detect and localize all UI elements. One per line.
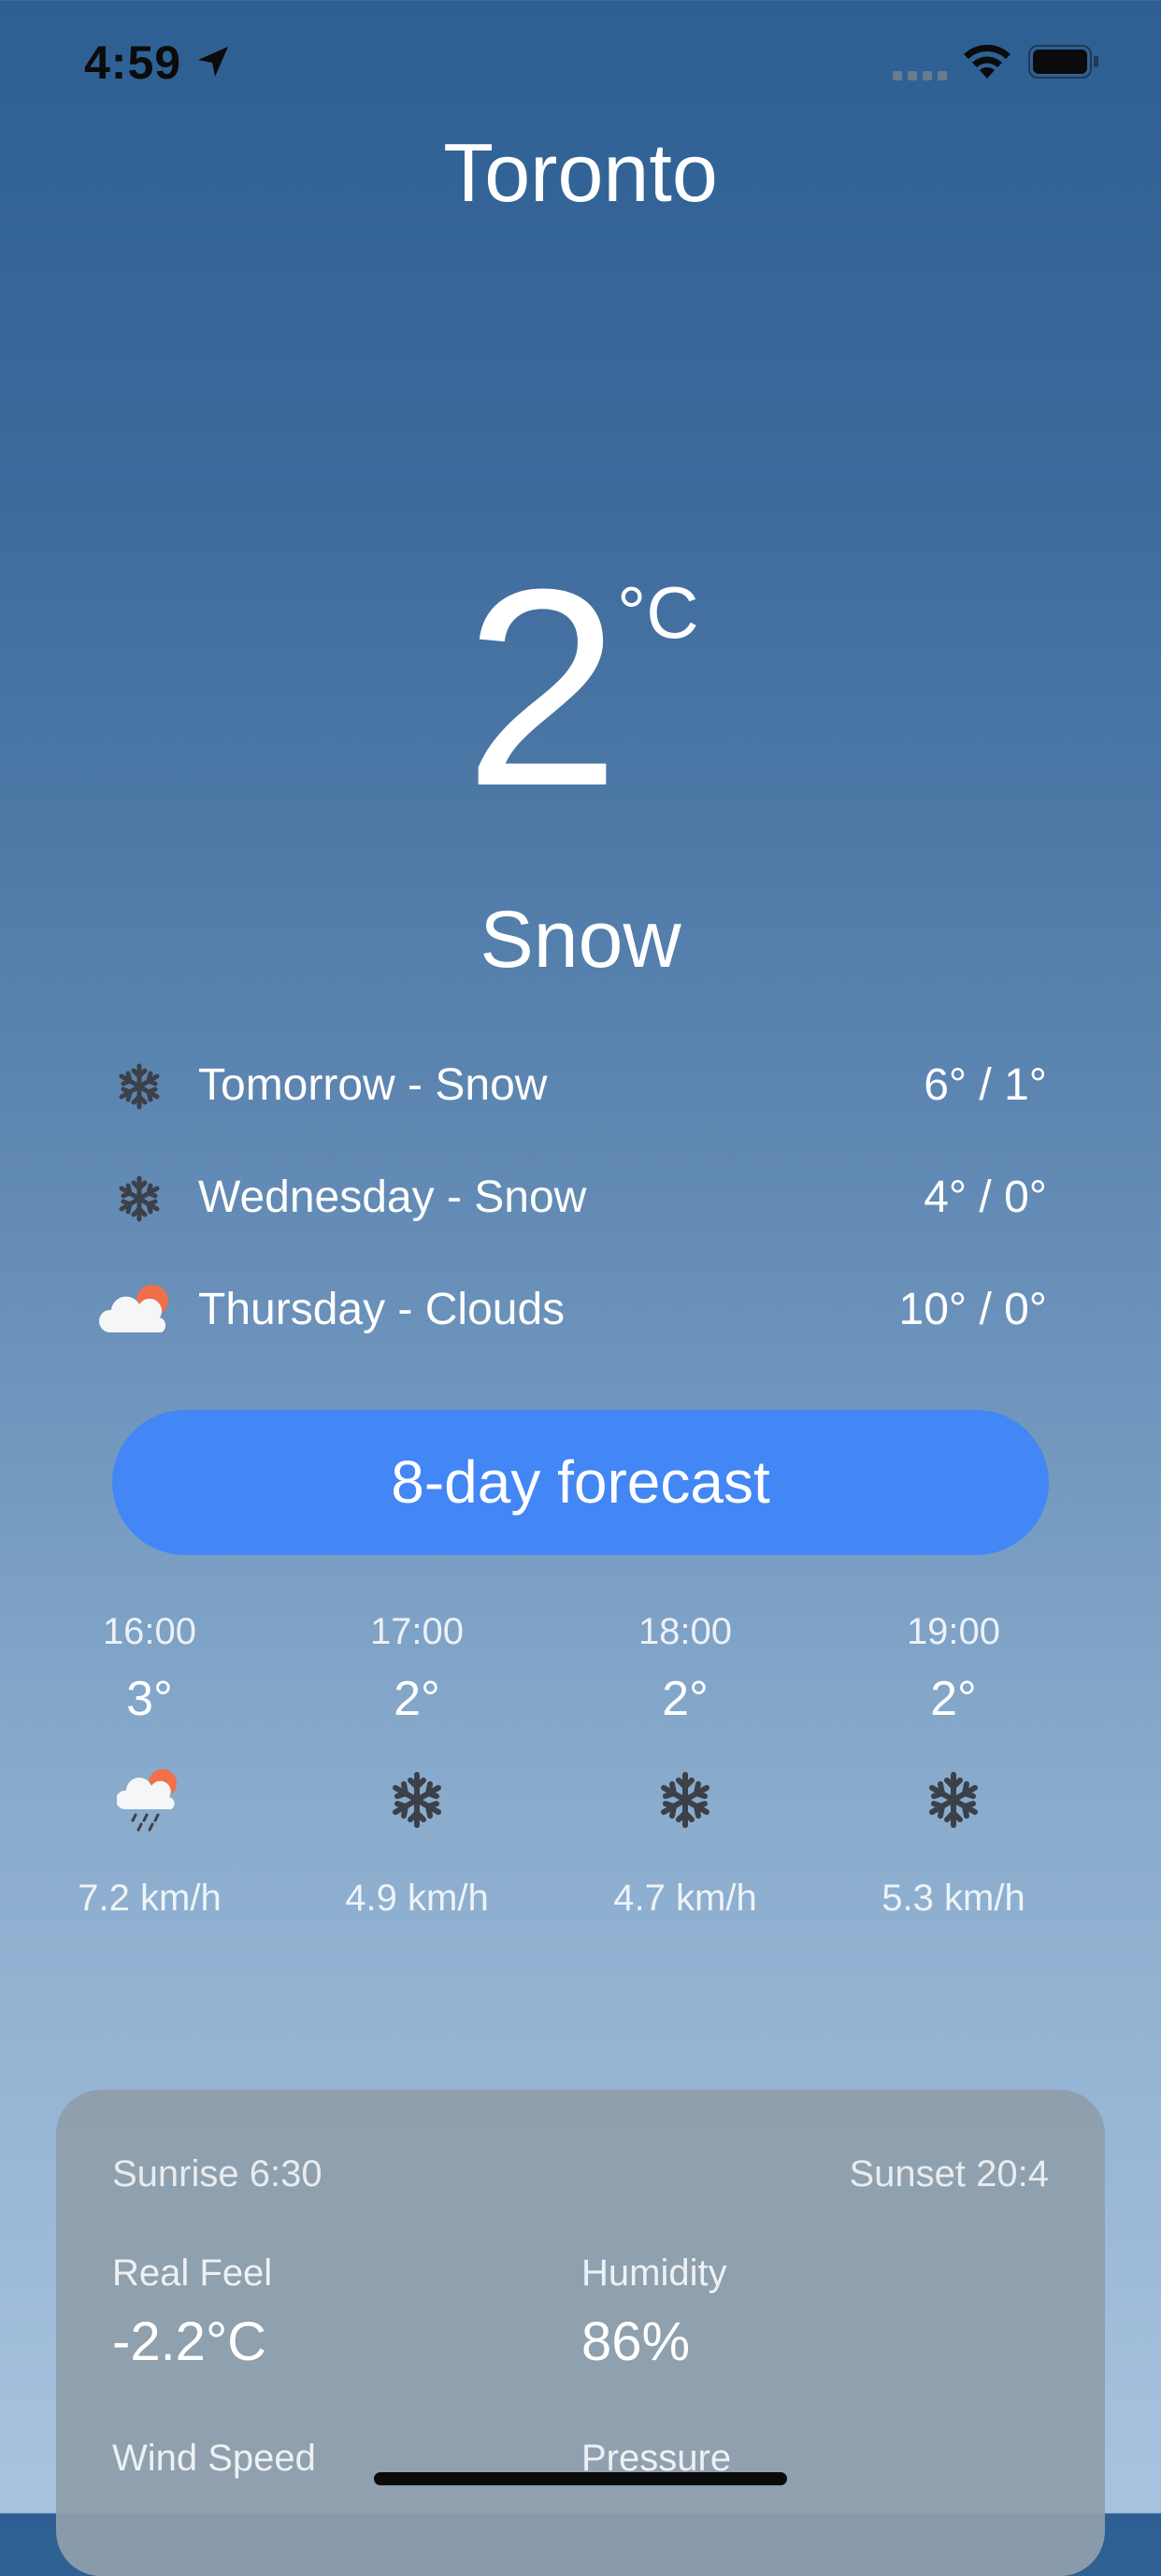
daily-label: Wednesday - Snow <box>198 1173 587 1222</box>
status-time: 4:59 <box>84 36 182 89</box>
daily-temps: 6° / 1° <box>924 1060 1047 1110</box>
daily-row: Tomorrow - Snow 6° / 1° <box>98 1033 1047 1145</box>
daily-temps: 4° / 0° <box>924 1173 1047 1222</box>
real-feel-metric: Real Feel -2.2°C <box>112 2249 561 2376</box>
hour-temp: 2° <box>394 1672 440 1726</box>
battery-icon <box>1028 45 1098 79</box>
cloud-sun-icon <box>98 1285 168 1332</box>
hour-time: 17:00 <box>369 1611 465 1652</box>
hour-wind: 7.2 km/h <box>78 1878 222 1919</box>
cloud-rain-sun-icon <box>117 1769 177 1832</box>
snowflake-icon <box>661 1772 710 1828</box>
cellular-signal-icon <box>893 71 947 80</box>
daily-row: Thursday - Clouds 10° / 0° <box>98 1258 1047 1370</box>
hourly-forecast: 16:00 3° 7.2 km/h 17:00 2° 4.9 km/h 18:0… <box>56 1608 1122 1926</box>
sun-times: Sunrise 6:30 Sunset 20:4 <box>112 2146 1049 2202</box>
current-condition: Snow <box>480 895 681 985</box>
hour-time: 18:00 <box>638 1611 733 1652</box>
hour-time: 19:00 <box>906 1611 1001 1652</box>
hourly-item: 19:00 2° 5.3 km/h <box>860 1608 1047 1926</box>
temperature-value: 2 <box>464 530 621 844</box>
hour-temp: 2° <box>930 1672 977 1726</box>
details-card: Sunrise 6:30 Sunset 20:4 Real Feel -2.2°… <box>56 2090 1105 2576</box>
eight-day-forecast-button[interactable]: 8-day forecast <box>112 1410 1049 1555</box>
real-feel-value: -2.2°C <box>112 2311 267 2372</box>
wifi-icon <box>964 44 1010 79</box>
location-arrow-icon <box>198 47 228 77</box>
sunrise-time: Sunrise 6:30 <box>112 2153 322 2195</box>
snowflake-icon <box>393 1772 441 1828</box>
daily-temps: 10° / 0° <box>898 1285 1047 1334</box>
humidity-metric: Humidity 86% <box>581 2249 1030 2376</box>
daily-row: Wednesday - Snow 4° / 0° <box>98 1145 1047 1258</box>
home-indicator[interactable] <box>374 2472 787 2485</box>
real-feel-label: Real Feel <box>112 2252 273 2294</box>
humidity-label: Humidity <box>581 2252 727 2294</box>
daily-label: Tomorrow - Snow <box>198 1060 548 1110</box>
hourly-item: 18:00 2° 4.7 km/h <box>592 1608 779 1926</box>
hour-time: 16:00 <box>102 1611 197 1652</box>
temperature-unit: °C <box>617 571 699 654</box>
daily-forecast-list: Tomorrow - Snow 6° / 1° Wednesday - Snow… <box>98 1033 1047 1370</box>
snowflake-icon <box>119 1175 160 1222</box>
humidity-value: 86% <box>581 2311 691 2372</box>
city-name: Toronto <box>443 126 718 219</box>
hour-wind: 5.3 km/h <box>882 1878 1025 1919</box>
sunset-time: Sunset 20:4 <box>849 2153 1050 2195</box>
status-bar: 4:59 <box>0 0 1161 122</box>
current-temperature: 2 °C <box>0 547 1161 827</box>
snowflake-icon <box>119 1063 160 1110</box>
hour-temp: 3° <box>126 1672 173 1726</box>
hour-wind: 4.9 km/h <box>345 1878 489 1919</box>
hour-wind: 4.7 km/h <box>613 1878 757 1919</box>
hourly-item: 17:00 2° 4.9 km/h <box>323 1608 510 1926</box>
snowflake-icon <box>929 1772 978 1828</box>
daily-label: Thursday - Clouds <box>198 1285 566 1334</box>
hourly-item: 16:00 3° 7.2 km/h <box>56 1608 243 1926</box>
hour-temp: 2° <box>662 1672 709 1726</box>
